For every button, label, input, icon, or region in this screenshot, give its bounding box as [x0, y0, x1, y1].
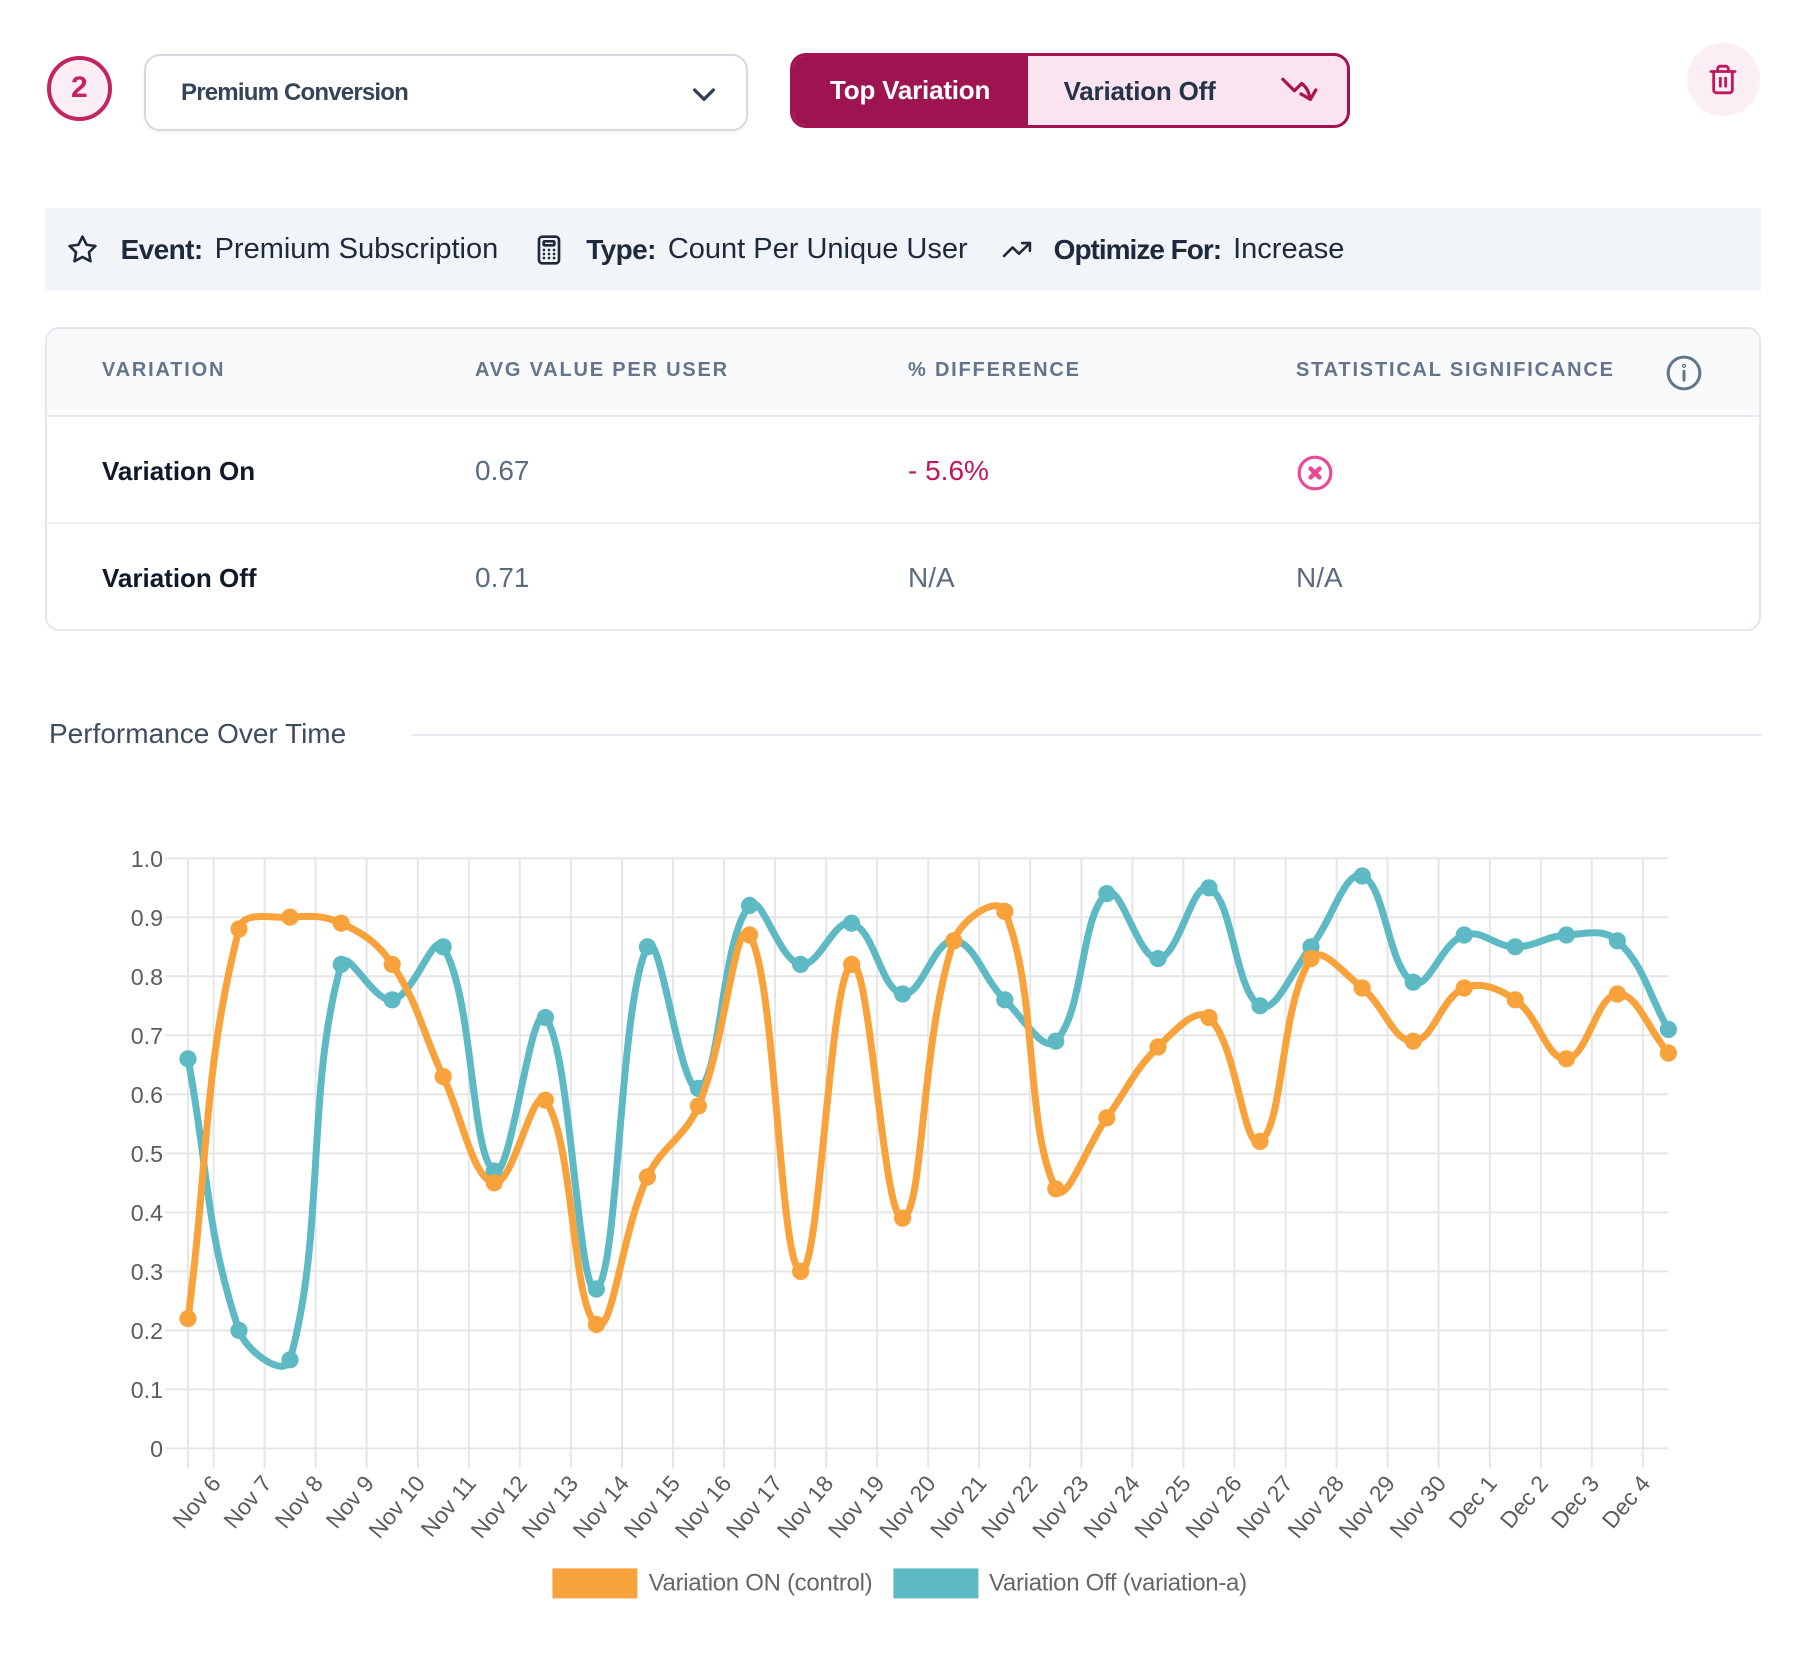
- svg-text:Dec 3: Dec 3: [1546, 1471, 1605, 1534]
- svg-text:Nov 12: Nov 12: [465, 1471, 532, 1544]
- svg-text:Nov 24: Nov 24: [1078, 1470, 1145, 1543]
- svg-text:0.3: 0.3: [131, 1259, 163, 1285]
- svg-text:Nov 21: Nov 21: [925, 1471, 992, 1544]
- svg-text:Nov 7: Nov 7: [218, 1471, 277, 1534]
- svg-text:Nov 10: Nov 10: [363, 1471, 430, 1544]
- svg-text:0.5: 0.5: [131, 1141, 163, 1167]
- svg-text:Nov 23: Nov 23: [1027, 1471, 1094, 1544]
- svg-text:1.0: 1.0: [131, 846, 163, 872]
- svg-text:0.1: 0.1: [131, 1377, 163, 1403]
- svg-text:0.4: 0.4: [131, 1200, 163, 1226]
- svg-text:Nov 6: Nov 6: [167, 1471, 226, 1534]
- svg-text:Dec 1: Dec 1: [1443, 1471, 1502, 1534]
- svg-text:0.7: 0.7: [131, 1023, 163, 1049]
- svg-text:Nov 30: Nov 30: [1384, 1471, 1451, 1544]
- svg-text:Nov 13: Nov 13: [516, 1471, 583, 1544]
- svg-text:0: 0: [150, 1436, 163, 1462]
- svg-text:Dec 2: Dec 2: [1495, 1471, 1554, 1534]
- svg-text:Variation Off (variation-a): Variation Off (variation-a): [989, 1570, 1247, 1597]
- svg-text:0.2: 0.2: [131, 1318, 163, 1344]
- svg-text:Nov 14: Nov 14: [567, 1470, 634, 1543]
- svg-text:Dec 4: Dec 4: [1597, 1470, 1656, 1533]
- svg-text:Nov 29: Nov 29: [1333, 1471, 1400, 1544]
- svg-text:Nov 28: Nov 28: [1282, 1471, 1349, 1544]
- svg-text:0.9: 0.9: [131, 905, 163, 931]
- svg-text:Nov 16: Nov 16: [670, 1471, 737, 1544]
- svg-text:0.8: 0.8: [131, 964, 163, 990]
- svg-text:Nov 20: Nov 20: [874, 1471, 941, 1544]
- svg-text:Nov 15: Nov 15: [618, 1471, 685, 1544]
- svg-text:Nov 22: Nov 22: [976, 1471, 1043, 1544]
- svg-text:0.6: 0.6: [131, 1082, 163, 1108]
- svg-text:Variation ON (control): Variation ON (control): [649, 1570, 873, 1597]
- svg-text:Nov 8: Nov 8: [269, 1471, 328, 1534]
